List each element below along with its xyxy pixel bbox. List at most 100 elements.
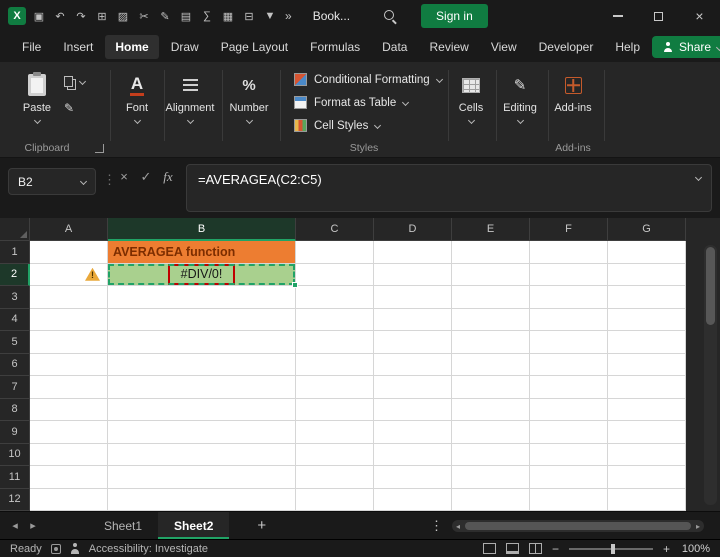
cell-B11[interactable] [108,466,296,489]
cancel-icon[interactable]: × [114,169,134,184]
cell-G7[interactable] [608,376,686,399]
tab-insert[interactable]: Insert [53,35,103,59]
tab-review[interactable]: Review [419,35,478,59]
cell-C3[interactable] [296,286,374,309]
cell-G12[interactable] [608,488,686,511]
cell-A7[interactable] [30,376,108,399]
page-layout-view-icon[interactable] [505,543,519,554]
cell-C5[interactable] [296,331,374,354]
macro-record-icon[interactable] [50,543,61,554]
scroll-left-icon[interactable]: ◂ [452,522,464,531]
vertical-scrollbar[interactable] [704,245,717,505]
clipboard-dialog-launcher-icon[interactable] [95,144,104,153]
cell-G2[interactable] [608,263,686,286]
cells-group-button[interactable]: Cells [450,66,492,144]
fill-handle[interactable] [292,282,298,288]
cell-F5[interactable] [530,331,608,354]
accessibility-status[interactable]: Accessibility: Investigate [89,543,208,555]
select-all-button[interactable] [0,218,30,241]
row-header-1[interactable]: 1 [0,241,30,264]
chart-icon[interactable]: ▤ [180,10,192,23]
cell-D12[interactable] [374,488,452,511]
tab-file[interactable]: File [12,35,51,59]
formula-bar-expand-icon[interactable] [694,173,703,182]
cell-B3[interactable] [108,286,296,309]
cell-C4[interactable] [296,308,374,331]
cell-C2[interactable] [296,263,374,286]
scroll-right-icon[interactable]: ▸ [692,522,704,531]
row-header-6[interactable]: 6 [0,353,30,376]
sheet-nav-right-icon[interactable]: ▸ [24,519,42,532]
cell-A9[interactable] [30,421,108,444]
cell-A5[interactable] [30,331,108,354]
cell-A10[interactable] [30,443,108,466]
toolbar-overflow-icon[interactable]: » [285,9,292,23]
sheet-nav-left-icon[interactable]: ◂ [6,519,24,532]
cell-A8[interactable] [30,398,108,421]
paste-button[interactable]: Paste [14,66,60,144]
cell-F7[interactable] [530,376,608,399]
cell-E7[interactable] [452,376,530,399]
row-header-8[interactable]: 8 [0,398,30,421]
column-header-C[interactable]: C [296,218,374,241]
formula-input[interactable]: =AVERAGEA(C2:C5) [186,164,712,212]
cell-E4[interactable] [452,308,530,331]
copy-icon[interactable]: ⊞ [96,10,108,23]
cell-F3[interactable] [530,286,608,309]
zoom-in-button[interactable]: + [663,542,670,556]
undo-icon[interactable]: ↶ [54,10,66,23]
cell-E6[interactable] [452,353,530,376]
insert-function-icon[interactable]: fx [158,169,178,185]
editing-group-button[interactable]: ✎ Editing [498,66,542,144]
sign-in-button[interactable]: Sign in [421,4,488,28]
format-as-table-button[interactable]: Format as Table [290,92,446,113]
cell-B6[interactable] [108,353,296,376]
cell-E3[interactable] [452,286,530,309]
name-box[interactable]: B2 [8,168,96,195]
format-painter-icon[interactable]: ✎ [159,10,171,23]
cell-G8[interactable] [608,398,686,421]
cut-icon[interactable]: ✂ [138,10,150,23]
horizontal-scrollbar[interactable]: ◂ ▸ [452,520,704,532]
font-group-button[interactable]: A Font [114,66,160,144]
row-header-12[interactable]: 12 [0,488,30,511]
borders-icon[interactable]: ⊟ [243,10,255,23]
cell-G4[interactable] [608,308,686,331]
cell-C1[interactable] [296,241,374,264]
cell-B10[interactable] [108,443,296,466]
alignment-group-button[interactable]: Alignment [162,66,218,144]
cell-F2[interactable] [530,263,608,286]
cell-D11[interactable] [374,466,452,489]
cell-G11[interactable] [608,466,686,489]
page-break-view-icon[interactable] [528,543,542,554]
cell-F6[interactable] [530,353,608,376]
cell-B1[interactable]: AVERAGEA function [108,241,296,264]
cell-D4[interactable] [374,308,452,331]
cell-F4[interactable] [530,308,608,331]
save-icon[interactable]: ▣ [33,10,45,23]
tab-home[interactable]: Home [105,35,159,59]
cell-G1[interactable] [608,241,686,264]
status-mode[interactable]: Ready [10,543,42,555]
sheet-tab-sheet2[interactable]: Sheet2 [158,512,230,539]
minimize-button[interactable] [597,0,638,32]
enter-icon[interactable]: ✓ [136,169,156,185]
new-sheet-button[interactable]: + [257,517,266,534]
cell-D1[interactable] [374,241,452,264]
cell-A6[interactable] [30,353,108,376]
cell-E8[interactable] [452,398,530,421]
tab-view[interactable]: View [481,35,527,59]
cell-F11[interactable] [530,466,608,489]
sheet-menu-icon[interactable]: ⋮ [430,518,443,534]
vertical-scrollbar-thumb[interactable] [706,247,715,325]
tab-formulas[interactable]: Formulas [300,35,370,59]
cell-C11[interactable] [296,466,374,489]
horizontal-scrollbar-thumb[interactable] [465,522,691,530]
column-header-F[interactable]: F [530,218,608,241]
row-header-11[interactable]: 11 [0,466,30,489]
cell-styles-button[interactable]: Cell Styles [290,115,446,136]
cell-E1[interactable] [452,241,530,264]
cell-A3[interactable] [30,286,108,309]
cell-C6[interactable] [296,353,374,376]
cell-B9[interactable] [108,421,296,444]
